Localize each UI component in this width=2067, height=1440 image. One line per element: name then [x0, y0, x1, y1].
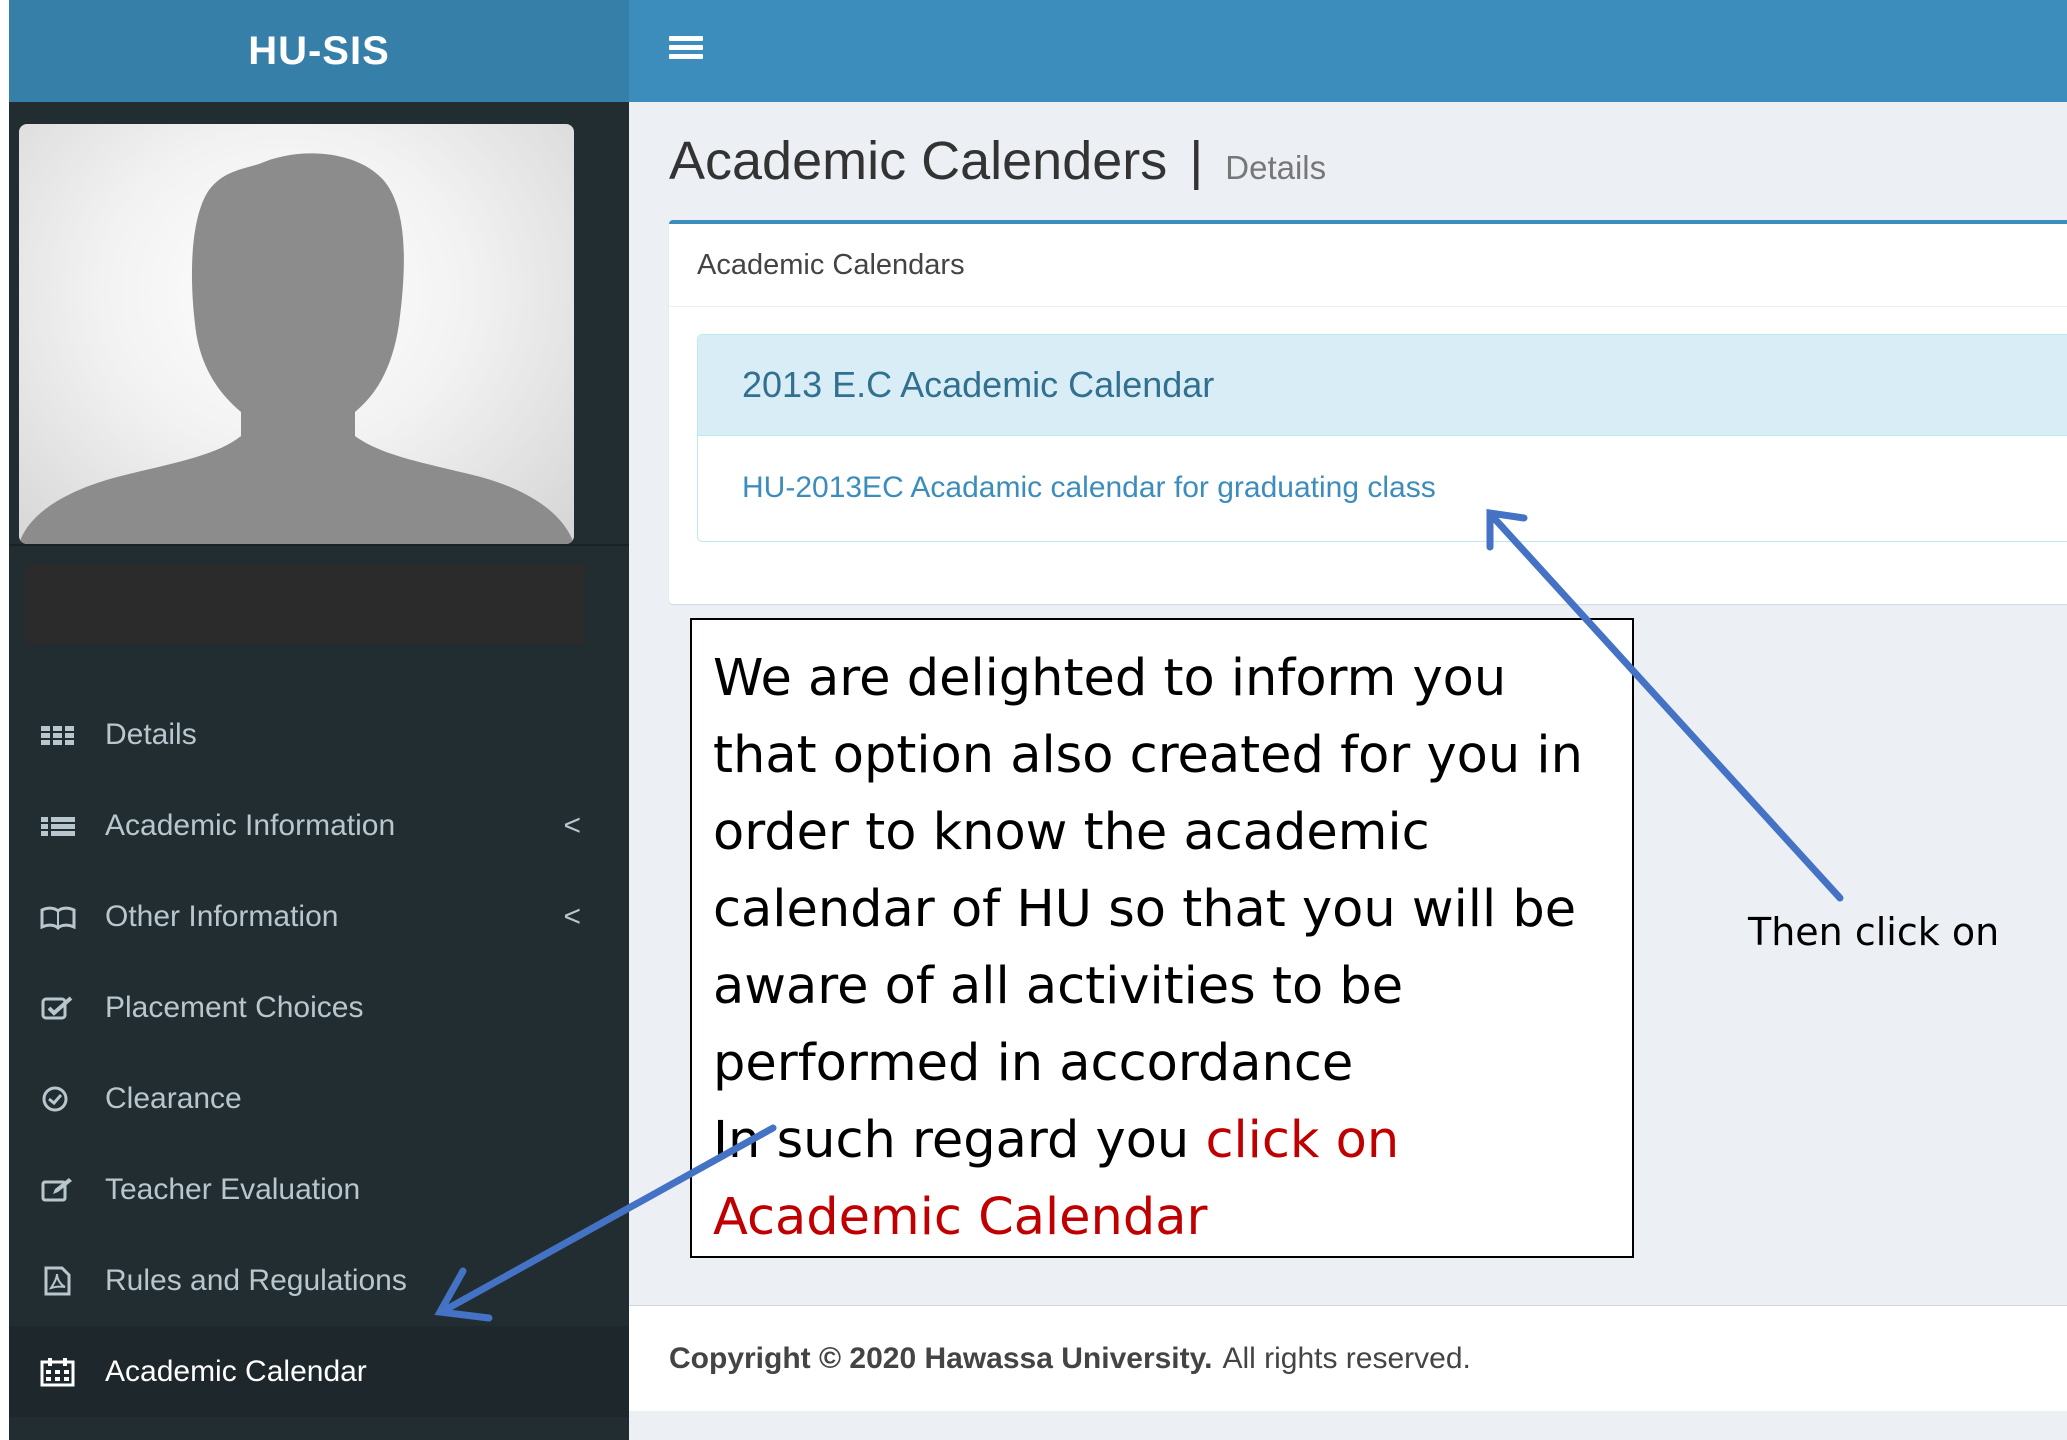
callout-line: order to know the academic — [713, 803, 1430, 862]
callout-highlight-line: Academic Calendar — [713, 1188, 1208, 1247]
user-avatar — [19, 124, 574, 544]
callout-prefix: In such regard you — [713, 1111, 1206, 1170]
sidebar-item-label: Teacher Evaluation — [105, 1172, 361, 1206]
instruction-callout: We are delighted to inform you that opti… — [690, 618, 1634, 1258]
copyright-rest: All rights reserved. — [1222, 1341, 1471, 1375]
check-square-icon — [39, 993, 77, 1023]
page-title: Academic Calenders | Details — [669, 130, 1326, 192]
chevron-left-icon: < — [563, 899, 581, 933]
list-icon — [39, 811, 77, 841]
academic-calendars-box: Academic Calendars 2013 E.C Academic Cal… — [669, 220, 2067, 604]
page-title-text: Academic Calenders — [669, 131, 1168, 191]
app-root: HU-SIS Details Academic Information < Ot… — [0, 0, 2067, 1440]
sidebar-item-academic-calendar[interactable]: Academic Calendar — [9, 1326, 629, 1417]
sidebar-menu: Details Academic Information < Other Inf… — [9, 689, 629, 1417]
grid-icon — [39, 720, 77, 750]
chevron-left-icon: < — [563, 808, 581, 842]
pdf-file-icon — [39, 1266, 77, 1296]
book-icon — [39, 902, 77, 932]
sidebar-item-label: Rules and Regulations — [105, 1263, 407, 1297]
sidebar-item-clearance[interactable]: Clearance — [9, 1053, 629, 1144]
callout-line: calendar of HU so that you will be — [713, 880, 1577, 939]
brand-logo[interactable]: HU-SIS — [9, 0, 629, 102]
check-circle-icon — [39, 1084, 77, 1114]
calendar-document-link[interactable]: HU-2013EC Acadamic calendar for graduati… — [742, 471, 1436, 505]
sidebar-item-label: Academic Information — [105, 808, 396, 842]
panel-body: HU-2013EC Acadamic calendar for graduati… — [698, 436, 2067, 540]
title-separator: | — [1189, 131, 1204, 191]
then-click-label: Then click on — [1748, 910, 2000, 954]
copyright-bold: Copyright © 2020 Hawassa University. — [669, 1341, 1213, 1375]
callout-line: aware of all activities to be — [713, 957, 1404, 1016]
callout-line: In such regard you click on — [713, 1102, 1612, 1179]
sidebar-item-rules-and-regulations[interactable]: Rules and Regulations — [9, 1235, 629, 1326]
sidebar-item-academic-information[interactable]: Academic Information < — [9, 780, 629, 871]
calendar-icon — [39, 1357, 77, 1387]
callout-line: performed in accordance — [713, 1034, 1354, 1093]
sidebar-item-details[interactable]: Details — [9, 689, 629, 780]
user-silhouette-icon — [19, 153, 574, 544]
callout-line: that option also created for you in — [713, 726, 1583, 785]
sidebar-item-placement-choices[interactable]: Placement Choices — [9, 962, 629, 1053]
hamburger-menu-icon[interactable] — [669, 36, 703, 66]
left-margin-strip — [0, 0, 9, 1440]
box-title: Academic Calendars — [669, 224, 2067, 307]
user-panel-divider — [9, 544, 629, 546]
callout-line: We are delighted to inform you — [713, 649, 1507, 708]
sidebar-item-other-information[interactable]: Other Information < — [9, 871, 629, 962]
sidebar-item-teacher-evaluation[interactable]: Teacher Evaluation — [9, 1144, 629, 1235]
page-subtitle: Details — [1225, 149, 1327, 186]
user-name-box — [25, 564, 585, 644]
edit-icon — [39, 1175, 77, 1205]
sidebar-item-label: Academic Calendar — [105, 1354, 367, 1388]
callout-highlight: click on — [1205, 1111, 1400, 1170]
top-navbar — [629, 0, 2067, 102]
sidebar-item-label: Placement Choices — [105, 990, 364, 1024]
sidebar-item-label: Clearance — [105, 1081, 242, 1115]
footer: Copyright © 2020 Hawassa University. All… — [629, 1305, 2067, 1411]
sidebar: Details Academic Information < Other Inf… — [9, 102, 629, 1440]
calendar-panel: 2013 E.C Academic Calendar HU-2013EC Aca… — [697, 334, 2067, 542]
sidebar-item-label: Details — [105, 717, 197, 751]
sidebar-item-label: Other Information — [105, 899, 339, 933]
panel-heading: 2013 E.C Academic Calendar — [698, 335, 2067, 436]
